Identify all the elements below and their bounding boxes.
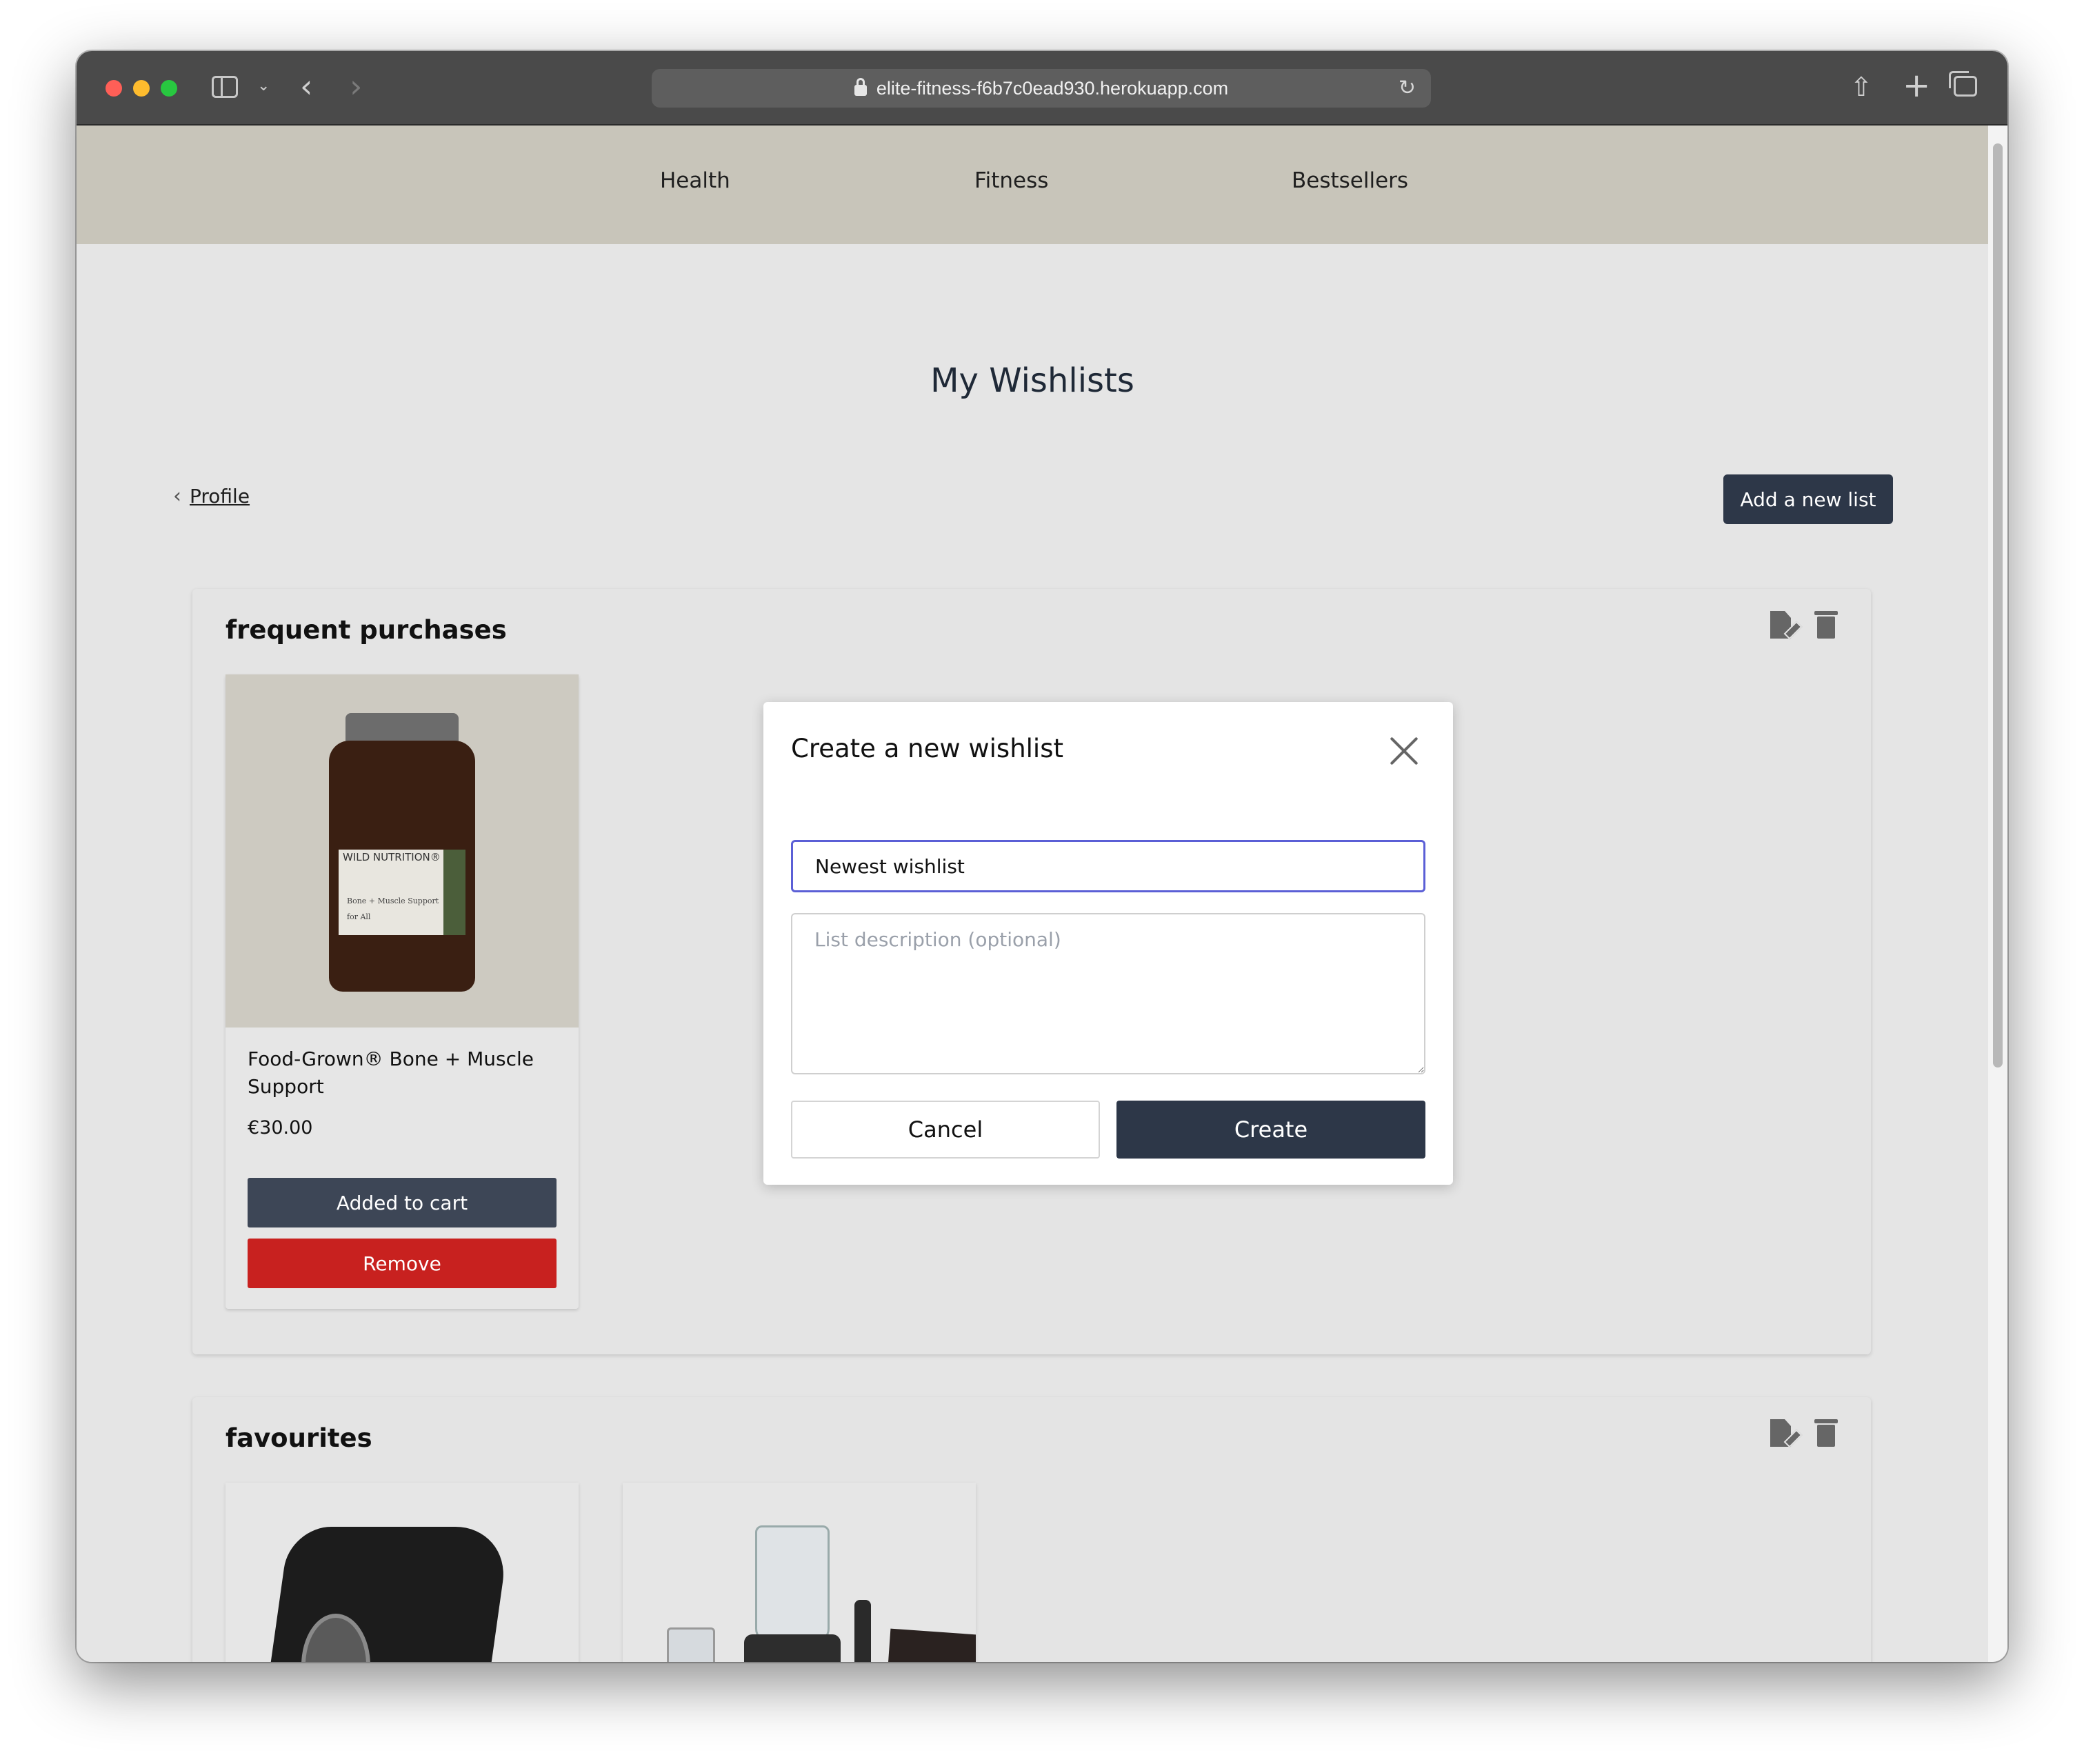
product-image[interactable]	[623, 1483, 976, 1662]
blender-base	[744, 1634, 841, 1662]
sidebar-toggle-icon[interactable]	[212, 76, 238, 98]
close-window-button[interactable]	[106, 80, 122, 97]
wishlist-description-input[interactable]	[791, 913, 1425, 1074]
profile-link-label[interactable]: Profile	[190, 485, 250, 508]
url-text: elite-fitness-f6b7c0ead930.herokuapp.com	[876, 77, 1229, 99]
edit-icon[interactable]	[1769, 610, 1796, 640]
site-nav: Health Fitness Bestsellers	[77, 126, 1988, 244]
jar-label-stripe	[443, 850, 465, 935]
nav-fitness[interactable]: Fitness	[974, 168, 1048, 193]
product-image[interactable]: WILD NUTRITION® Bone + Muscle Support fo…	[226, 674, 579, 1028]
jar-brand-text: WILD NUTRITION®	[343, 851, 441, 863]
product-image[interactable]	[226, 1483, 579, 1662]
modal-title: Create a new wishlist	[791, 734, 1063, 763]
blender-cup	[667, 1627, 715, 1662]
profile-back-link[interactable]: ‹ Profile	[173, 484, 250, 508]
cancel-button[interactable]: Cancel	[791, 1101, 1100, 1159]
wishlist-name-input[interactable]	[791, 840, 1425, 892]
recipe-book	[881, 1628, 976, 1662]
lock-icon	[854, 78, 867, 96]
close-icon[interactable]	[1388, 735, 1420, 767]
wishlist-card: favourites	[192, 1397, 1871, 1662]
product-name[interactable]: Food-Grown® Bone + Muscle Support	[248, 1045, 558, 1101]
back-arrow-icon[interactable]: ‹	[300, 68, 312, 105]
wishlist-actions	[1769, 1418, 1839, 1448]
scrollbar-track	[1988, 126, 2007, 1662]
wishlist-actions	[1769, 610, 1839, 640]
blender-jar	[755, 1525, 830, 1643]
trash-icon[interactable]	[1812, 610, 1839, 640]
nav-bestsellers[interactable]: Bestsellers	[1292, 168, 1408, 193]
wishlist-title: frequent purchases	[226, 615, 507, 645]
maximize-window-button[interactable]	[161, 80, 177, 97]
create-wishlist-modal: Create a new wishlist Cancel Create	[763, 702, 1453, 1185]
forward-arrow-icon[interactable]: ›	[350, 68, 362, 105]
blender-tamper	[854, 1600, 871, 1662]
scale-body	[254, 1527, 511, 1662]
scrollbar-thumb[interactable]	[1993, 143, 2003, 1068]
add-new-list-button[interactable]: Add a new list	[1723, 474, 1893, 524]
minimize-window-button[interactable]	[133, 80, 150, 97]
chevron-left-icon: ‹	[173, 484, 181, 508]
new-tab-icon[interactable]: +	[1903, 66, 1930, 105]
tab-overview-icon[interactable]	[1949, 71, 1977, 97]
product-card: WILD NUTRITION® Bone + Muscle Support fo…	[226, 674, 579, 1309]
create-button[interactable]: Create	[1116, 1101, 1425, 1159]
address-bar[interactable]: elite-fitness-f6b7c0ead930.herokuapp.com…	[652, 69, 1431, 108]
remove-button[interactable]: Remove	[248, 1239, 557, 1288]
page-title: My Wishlists	[930, 361, 1134, 400]
chevron-down-icon[interactable]: ⌄	[257, 77, 270, 94]
browser-toolbar: ⌄ ‹ › elite-fitness-f6b7c0ead930.herokua…	[77, 51, 2007, 126]
jar-audience-text: for All	[347, 912, 371, 921]
product-price: €30.00	[248, 1117, 313, 1139]
page-viewport: Health Fitness Bestsellers My Wishlists …	[77, 126, 1988, 1662]
browser-window: ⌄ ‹ › elite-fitness-f6b7c0ead930.herokua…	[77, 51, 2007, 1662]
trash-icon[interactable]	[1812, 1418, 1839, 1448]
wishlist-title: favourites	[226, 1423, 372, 1453]
jar-product-text: Bone + Muscle Support	[347, 896, 439, 905]
reload-icon[interactable]: ↻	[1399, 76, 1416, 100]
edit-icon[interactable]	[1769, 1418, 1796, 1448]
added-to-cart-button[interactable]: Added to cart	[248, 1178, 557, 1227]
nav-health[interactable]: Health	[660, 168, 730, 193]
jar-lid	[345, 713, 459, 743]
share-icon[interactable]: ⇧	[1850, 72, 1872, 102]
